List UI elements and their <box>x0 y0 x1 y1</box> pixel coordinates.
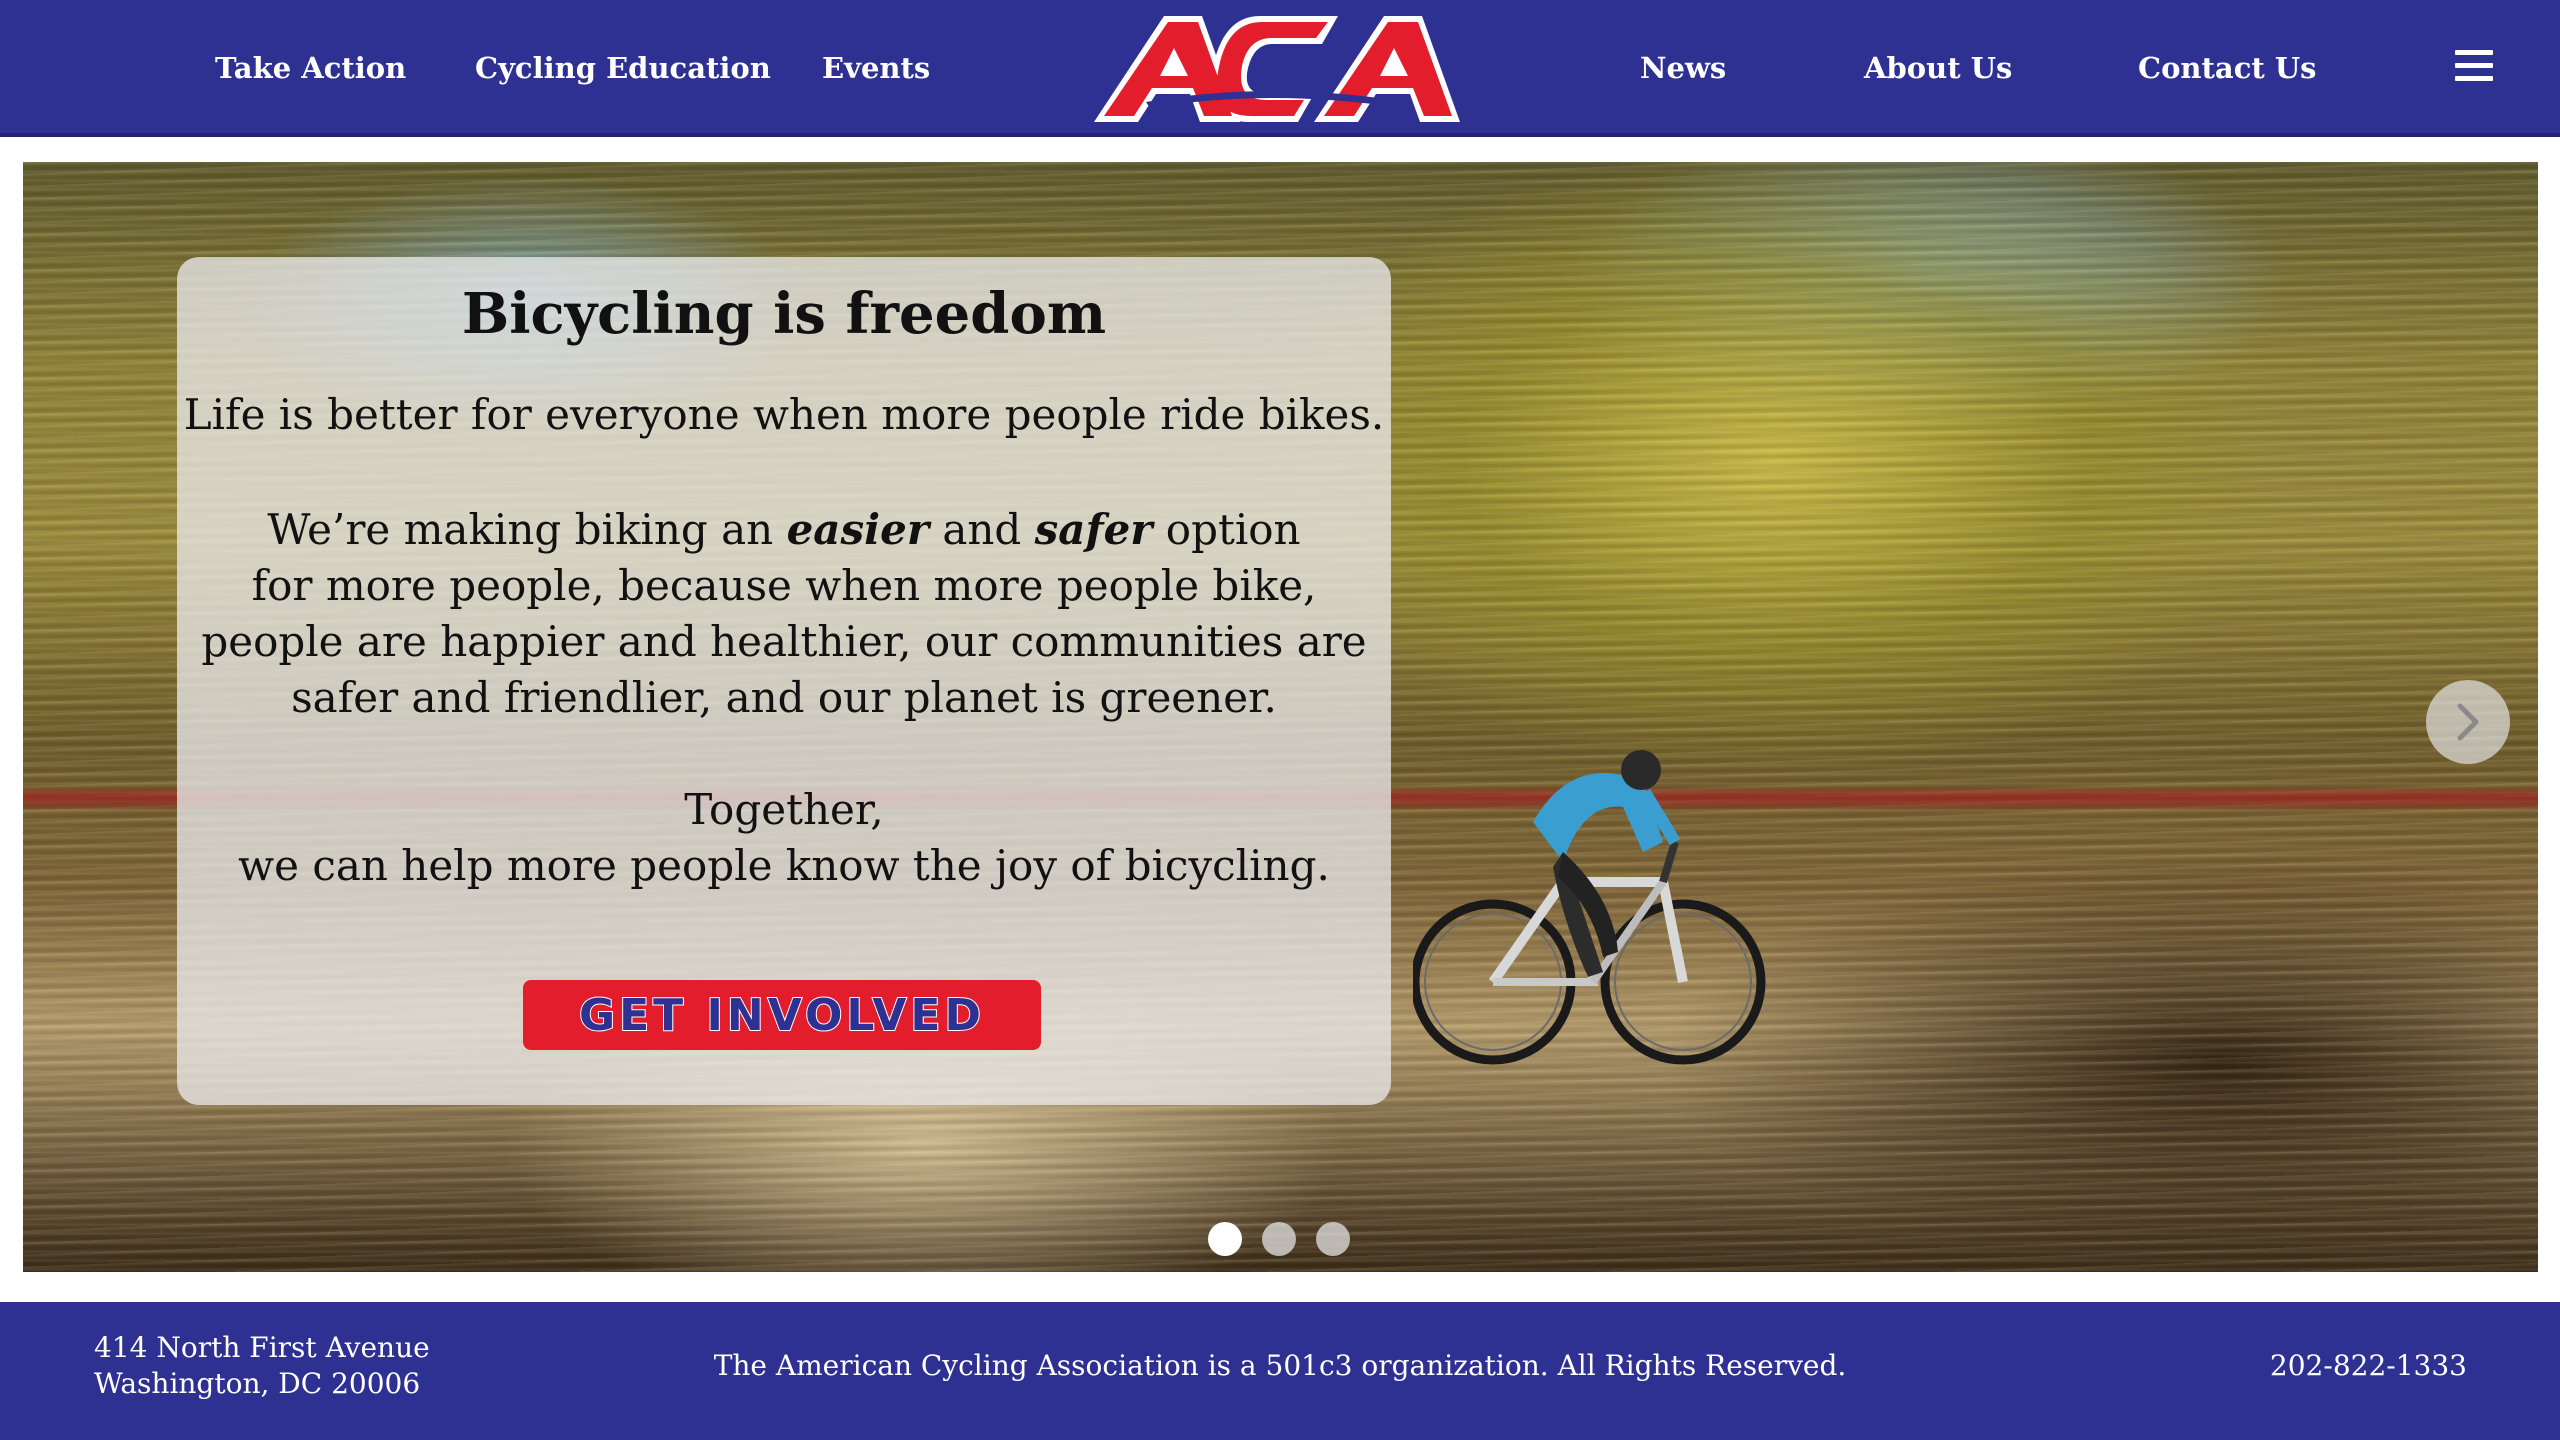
carousel-next-button[interactable] <box>2426 680 2510 764</box>
hero-text-panel: Bicycling is freedom Life is better for … <box>177 257 1391 1105</box>
nav-news[interactable]: News <box>1640 44 1726 92</box>
hero-body-text: and <box>928 505 1035 554</box>
hero-body-line-2: for more people, because when more peopl… <box>251 561 1317 610</box>
hero-body-text: We’re making biking an <box>267 505 787 554</box>
emphasis-safer: safer <box>1034 505 1153 554</box>
cyclist-image <box>1413 750 1766 1065</box>
hero-title: Bicycling is freedom <box>461 281 1107 347</box>
nav-about-us[interactable]: About Us <box>1864 44 2012 92</box>
hero-body-text: option <box>1152 505 1301 554</box>
hero-body-line-1: We’re making biking an easier and safer … <box>177 502 1391 558</box>
aca-logo[interactable] <box>1090 10 1464 128</box>
site-footer: 414 North First Avenue Washington, DC 20… <box>0 1302 2560 1440</box>
carousel-dot-3[interactable] <box>1316 1222 1350 1256</box>
nav-take-action[interactable]: Take Action <box>215 44 406 92</box>
site-header: Take Action Cycling Education Events New… <box>0 0 2560 137</box>
footer-notice: The American Cycling Association is a 50… <box>713 1349 1847 1382</box>
nav-events[interactable]: Events <box>822 44 930 92</box>
hero-carousel: Bicycling is freedom Life is better for … <box>23 162 2538 1272</box>
get-involved-label: GET INVOLVED <box>578 989 985 1042</box>
hero-lead: Life is better for everyone when more pe… <box>183 390 1385 439</box>
get-involved-button[interactable]: GET INVOLVED <box>523 980 1041 1050</box>
chevron-right-icon <box>2457 703 2479 741</box>
nav-contact-us[interactable]: Contact Us <box>2138 44 2316 92</box>
footer-phone[interactable]: 202-822-1333 <box>2270 1348 2467 1384</box>
hamburger-icon[interactable] <box>2455 50 2493 86</box>
hero-body: We’re making biking an easier and safer … <box>177 502 1391 726</box>
emphasis-easier: easier <box>786 505 929 554</box>
hero-body-line-3: people are happier and healthier, our co… <box>201 617 1367 666</box>
carousel-dot-2[interactable] <box>1262 1222 1296 1256</box>
together-line-1: Together, <box>684 785 884 834</box>
hero-body-line-4: safer and friendlier, and our planet is … <box>291 673 1277 722</box>
together-line-2: we can help more people know the joy of … <box>238 841 1330 890</box>
nav-cycling-education[interactable]: Cycling Education <box>475 44 771 92</box>
aca-logo-graphic <box>1094 16 1460 122</box>
carousel-dot-1[interactable] <box>1208 1222 1242 1256</box>
hero-together: Together, we can help more people know t… <box>177 782 1391 894</box>
